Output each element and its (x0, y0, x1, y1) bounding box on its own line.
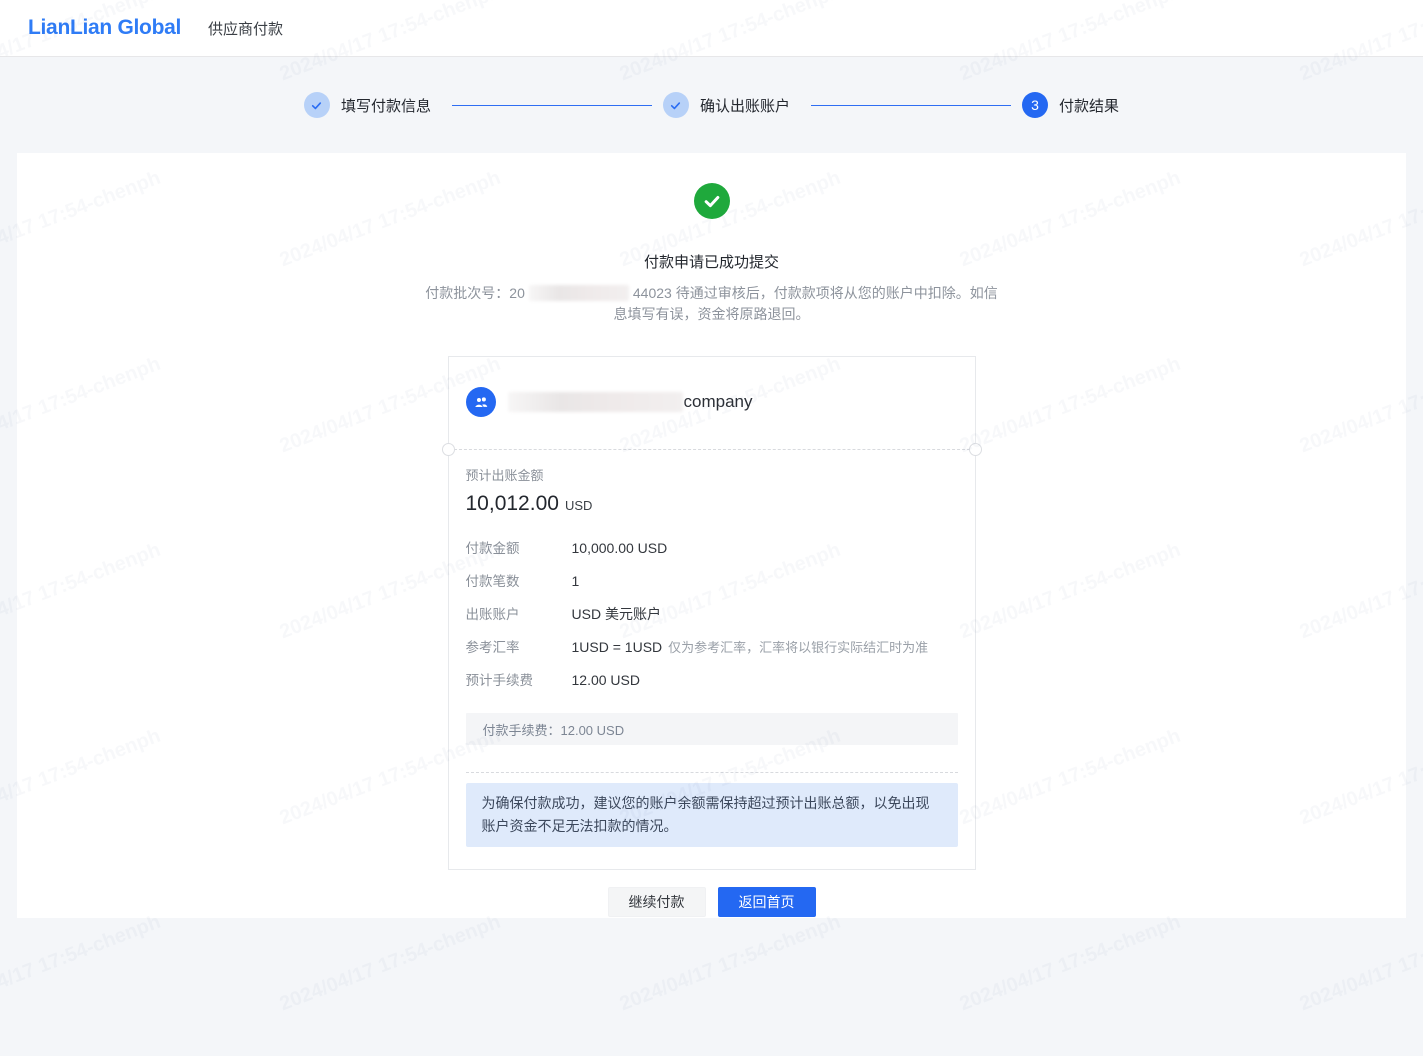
watermark-text: 2024/04/17 17:54-chenph (0, 910, 164, 1016)
step-fill-payment-info: 填写付款信息 (303, 92, 431, 118)
row-value: 1 (571, 573, 580, 589)
back-home-button[interactable]: 返回首页 (717, 887, 816, 917)
step-connector (811, 104, 1011, 106)
batch-number-prefix: 20 (509, 285, 525, 301)
step-confirm-account: 确认出账账户 (662, 92, 790, 118)
payee-company-row: company (465, 357, 958, 417)
step-label: 填写付款信息 (340, 97, 431, 115)
result-title: 付款申请已成功提交 (643, 254, 779, 271)
watermark-text: 2024/04/17 17:54-chenph (956, 910, 1183, 1016)
exchange-rate-row: 参考汇率 1USD = 1USD 仅为参考汇率，汇率将以银行实际结汇时为准 (466, 636, 958, 669)
payment-amount-row: 付款金额 10,000.00 USD (466, 537, 958, 570)
watermark-text: 2024/04/17 17:54-chenph (616, 910, 843, 1016)
row-value: 1USD = 1USD (571, 639, 663, 655)
payment-info-rows: 付款金额 10,000.00 USD 付款笔数 1 出账账户 USD 美元账户 … (466, 537, 958, 702)
step-done-check-icon (303, 92, 330, 118)
row-value: 12.00 USD (571, 672, 640, 688)
step-label: 付款结果 (1059, 97, 1120, 115)
inner-divider (465, 772, 958, 773)
row-label: 出账账户 (465, 607, 520, 622)
row-label: 预计手续费 (465, 673, 534, 688)
company-avatar-icon (465, 387, 496, 417)
lianlian-global-logo[interactable]: LianLian Global (28, 16, 181, 40)
outgoing-account-row: 出账账户 USD 美元账户 (466, 603, 958, 636)
steps-bar: 填写付款信息 确认出账账户 3 付款结果 (0, 57, 1423, 153)
watermark-text: 2024/04/17 17:54-chenph (276, 910, 503, 1016)
row-label: 付款金额 (465, 541, 520, 556)
step-label: 确认出账账户 (699, 97, 790, 115)
step-number-badge: 3 (1022, 92, 1048, 118)
estimated-amount-currency: USD (564, 498, 593, 513)
row-value: USD 美元账户 (571, 606, 661, 622)
company-name-redacted (507, 392, 683, 412)
ticket-notch-right (968, 442, 982, 456)
estimated-amount-label: 预计出账金额 (465, 468, 544, 483)
payment-result-panel: 付款申请已成功提交 付款批次号：20 44023 待通过审核后，付款款项将从您的账… (17, 153, 1406, 918)
payment-detail-card: company 预计出账金额 10,012.00 USD 付款金额 10,000… (441, 356, 982, 870)
exchange-rate-note: 仅为参考汇率，汇率将以银行实际结汇时为准 (668, 640, 929, 655)
estimated-amount: 10,012.00 USD (466, 492, 958, 516)
row-label: 参考汇率 (465, 640, 520, 655)
row-value: 10,000.00 USD (571, 540, 668, 556)
estimated-fee-row: 预计手续费 12.00 USD (466, 669, 958, 702)
result-description: 付款批次号：20 44023 待通过审核后，付款款项将从您的账户中扣除。如信息填写… (419, 283, 1004, 325)
batch-number-suffix: 44023 (632, 285, 676, 301)
row-label: 付款笔数 (465, 574, 520, 589)
action-buttons: 继续付款 返回首页 (607, 887, 816, 917)
batch-number-redacted (528, 284, 629, 301)
balance-notice: 为确保付款成功，建议您的账户余额需保持超过预计出账总额，以免出现账户资金不足无法… (465, 783, 958, 847)
payment-count-row: 付款笔数 1 (466, 570, 958, 603)
fee-detail-box: 付款手续费：12.00 USD (465, 713, 958, 745)
product-title: 供应商付款 (208, 20, 284, 38)
step-connector (451, 104, 652, 106)
ticket-notch-left (441, 442, 455, 456)
company-name: company (507, 392, 753, 412)
watermark-text: 2024/04/17 17:54-chenph (1296, 910, 1423, 1016)
estimated-amount-value: 10,012.00 (465, 492, 559, 515)
step-done-check-icon (662, 92, 689, 118)
continue-payment-button[interactable]: 继续付款 (607, 887, 706, 917)
batch-number-label: 付款批次号： (425, 285, 510, 301)
success-check-icon (693, 183, 730, 219)
app-header: LianLian Global 供应商付款 (0, 0, 1423, 57)
step-payment-result: 3 付款结果 (1022, 92, 1119, 118)
ticket-divider (441, 442, 982, 456)
company-name-text: company (683, 392, 753, 411)
